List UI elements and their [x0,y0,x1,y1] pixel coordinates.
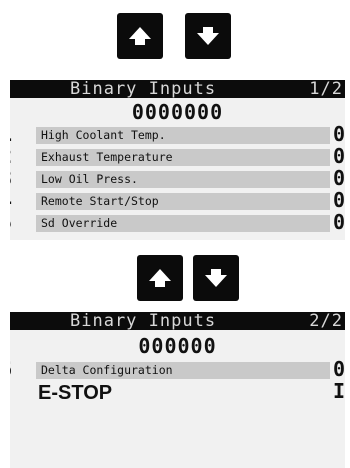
estop-row: E-STOP I [10,379,345,404]
input-index: 5 [10,212,14,232]
input-row: 5 Sd Override 0 [10,210,345,234]
estop-label: E-STOP [38,382,113,404]
input-value: 0 [332,188,345,212]
binary-inputs-screen-page-2: Binary Inputs 2/2 000000 6 Delta Configu… [10,312,345,468]
input-label: Sd Override [41,216,118,230]
input-label-box: Remote Start/Stop [36,193,330,210]
input-label: Delta Configuration [41,363,173,377]
input-index: 2 [10,146,14,166]
input-label: Exhaust Temperature [41,150,173,164]
input-index: 1 [10,124,14,144]
binary-inputs-screen-page-1: Binary Inputs 1/2 0000000 1 High Coolant… [10,80,345,240]
screen-title: Binary Inputs [70,312,217,331]
status-digits: 000000 [138,334,217,358]
scroll-up-button[interactable] [137,255,183,301]
input-row: 4 Remote Start/Stop 0 [10,188,345,212]
arrow-up-icon [149,269,171,287]
input-row: 3 Low Oil Press. 0 [10,166,345,190]
estop-value: I [332,379,345,403]
input-value: 0 [332,166,345,190]
input-label-box: Low Oil Press. [36,171,330,188]
input-value: 0 [332,144,345,168]
scroll-up-button[interactable] [117,13,163,59]
screen-title: Binary Inputs [70,80,217,99]
input-value: 0 [332,357,345,381]
page-indicator: 1/2 [309,80,343,99]
input-label-box: Delta Configuration [36,362,330,379]
input-label-box: High Coolant Temp. [36,127,330,144]
input-label: High Coolant Temp. [41,128,166,142]
input-label-box: Exhaust Temperature [36,149,330,166]
input-value: 0 [332,210,345,234]
input-index: 6 [10,359,14,379]
arrow-down-icon [197,27,219,45]
scroll-down-button[interactable] [193,255,239,301]
input-label-box: Sd Override [36,215,330,232]
screen-title-bar: Binary Inputs 2/2 [10,312,345,330]
page-indicator: 2/2 [309,312,343,331]
input-row: 1 High Coolant Temp. 0 [10,122,345,146]
input-label: Low Oil Press. [41,172,138,186]
input-value: 0 [332,122,345,146]
input-index: 4 [10,190,14,210]
input-row: 6 Delta Configuration 0 [10,357,345,381]
input-index: 3 [10,168,14,188]
arrow-down-icon [205,269,227,287]
input-row: 2 Exhaust Temperature 0 [10,144,345,168]
scroll-down-button[interactable] [185,13,231,59]
input-label: Remote Start/Stop [41,194,159,208]
status-digits: 0000000 [131,100,224,124]
arrow-up-icon [129,27,151,45]
screen-title-bar: Binary Inputs 1/2 [10,80,345,98]
